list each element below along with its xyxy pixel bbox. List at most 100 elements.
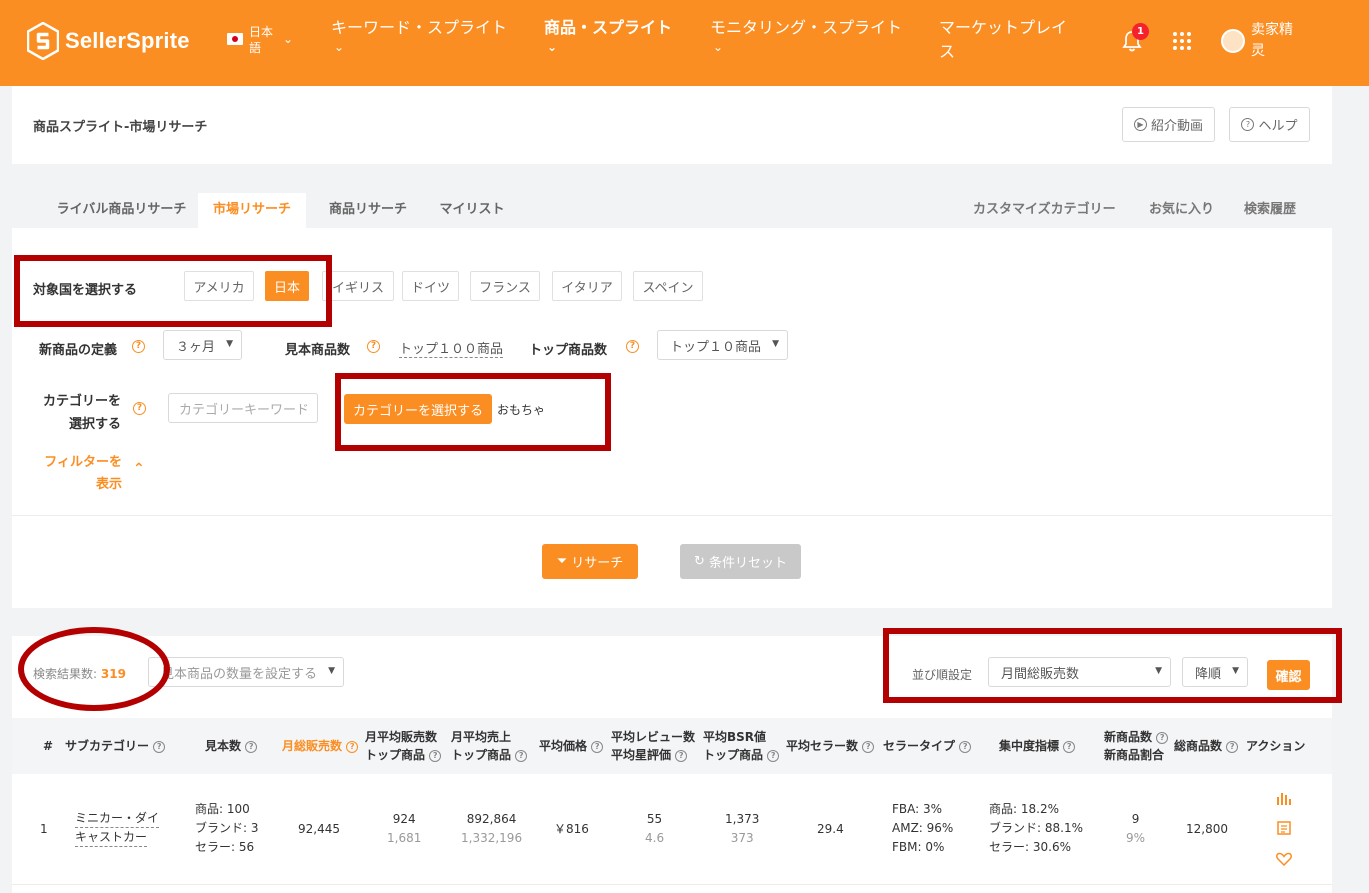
document-icon[interactable]	[1277, 821, 1291, 835]
country-button-fr[interactable]: フランス	[470, 271, 540, 301]
research-button[interactable]: ⏷ リサーチ	[542, 544, 638, 579]
help-question-icon[interactable]: ?	[626, 340, 639, 353]
row-subcategory-line2[interactable]: キャストカー	[75, 829, 148, 847]
country-button-it[interactable]: イタリア	[552, 271, 622, 301]
chevron-down-icon: ⌄	[547, 40, 558, 54]
nav-label: 商品・スプライト	[544, 18, 673, 37]
sort-label: 並び順設定	[912, 668, 973, 682]
col-avg-sellers[interactable]: 平均セラー数 ?	[786, 737, 875, 755]
research-button-label: リサーチ	[571, 556, 624, 571]
row-index: 1	[40, 822, 48, 836]
new-product-select[interactable]: ３ヶ月 ▼	[163, 330, 242, 360]
logo[interactable]: SellerSprite	[27, 22, 190, 60]
chevron-up-icon[interactable]: ⌃	[133, 461, 145, 477]
col-seller-type[interactable]: セラータイプ ?	[883, 737, 972, 755]
show-filter-line2: 表示	[95, 477, 122, 492]
avatar[interactable]	[1221, 29, 1245, 53]
help-question-icon[interactable]: ?	[132, 340, 145, 353]
country-button-es[interactable]: スペイン	[633, 271, 703, 301]
top-product-value: トップ１０商品	[670, 339, 762, 355]
reset-conditions-button[interactable]: ↻ 条件リセット	[680, 544, 801, 579]
subcategory-line1: ミニカー・ダイ	[75, 811, 160, 825]
tab-bar: ライバル商品リサーチ 市場リサーチ 商品リサーチ マイリスト カスタマイズカテゴ…	[12, 193, 1332, 228]
category-keyword-placeholder: カテゴリーキーワード	[179, 402, 310, 418]
row-samples: 商品: 100 ブランド: 3 セラー: 56	[195, 802, 259, 854]
col-new-products[interactable]: 新商品数 ? 新商品割合	[1104, 728, 1169, 764]
col-monthly-sales[interactable]: 月総販売数 ?	[282, 737, 359, 755]
help-question-icon: ?	[245, 741, 258, 753]
filter-icon: ⏷	[556, 554, 568, 569]
row-avg-bsr: 1,373 373	[725, 812, 760, 845]
tab-custom-category[interactable]: カスタマイズカテゴリー	[973, 193, 1116, 226]
results-panel: 検索結果数: 319 見本商品の数量を設定する ▼ 並び順設定 月間総販売数 ▼…	[12, 636, 1332, 893]
help-question-icon: ?	[153, 741, 166, 753]
help-question-icon[interactable]: ?	[133, 402, 146, 415]
country-button-de[interactable]: ドイツ	[402, 271, 459, 301]
nav-product-sprite[interactable]: 商品・スプライト ⌄	[544, 16, 672, 54]
col-avg-revenue[interactable]: 月平均売上 トップ商品 ?	[451, 728, 528, 764]
col-samples[interactable]: 見本数 ?	[205, 737, 258, 755]
sort-field-value: 月間総販売数	[1001, 666, 1080, 682]
country-button-us[interactable]: アメリカ	[184, 271, 254, 301]
show-filter-toggle[interactable]: フィルターを 表示	[36, 452, 122, 496]
col-avg-review[interactable]: 平均レビュー数 平均星評価 ?	[611, 728, 695, 764]
apps-grid-icon[interactable]	[1173, 32, 1191, 50]
help-label: ヘルプ	[1258, 119, 1298, 134]
help-question-icon: ?	[862, 741, 875, 753]
page-header: 商品スプライト-市場リサーチ ▶ 紹介動画 ? ヘルプ	[12, 86, 1332, 164]
col-action: アクション	[1246, 739, 1306, 753]
tab-my-list[interactable]: マイリスト	[428, 193, 516, 228]
tab-rival-product-research[interactable]: ライバル商品リサーチ	[34, 193, 209, 228]
logo-text: SellerSprite	[65, 28, 190, 53]
user-name[interactable]: 卖家精灵	[1251, 20, 1299, 62]
sort-order-select[interactable]: 降順 ▼	[1182, 657, 1248, 687]
caret-down-icon: ▼	[1155, 666, 1162, 676]
nav-label: マーケットプレイス	[939, 18, 1068, 61]
country-label: 対象国を選択する	[33, 283, 138, 298]
sample-quantity-select[interactable]: 見本商品の数量を設定する ▼	[148, 657, 344, 687]
chart-icon[interactable]	[1276, 791, 1292, 805]
nav-label: モニタリング・スプライト	[710, 18, 903, 37]
nav-keyword-sprite[interactable]: キーワード・スプライト ⌄	[331, 16, 507, 54]
category-keyword-input[interactable]: カテゴリーキーワード	[168, 393, 318, 423]
country-button-uk[interactable]: イギリス	[322, 271, 394, 301]
sort-field-select[interactable]: 月間総販売数 ▼	[988, 657, 1171, 687]
intro-video-button[interactable]: ▶ 紹介動画	[1122, 107, 1215, 142]
top-product-select[interactable]: トップ１０商品 ▼	[657, 330, 788, 360]
notification-badge: 1	[1132, 23, 1149, 40]
help-question-icon[interactable]: ?	[367, 340, 380, 353]
language-selector[interactable]: 日本語 ⌄	[227, 24, 293, 56]
country-button-jp[interactable]: 日本	[265, 271, 309, 301]
col-total-products[interactable]: 総商品数 ?	[1174, 737, 1239, 755]
col-concentration[interactable]: 集中度指標 ?	[999, 737, 1076, 755]
language-label: 日本語	[249, 25, 274, 55]
col-avg-bsr[interactable]: 平均BSR値 トップ商品 ?	[703, 728, 780, 764]
nav-marketplace[interactable]: マーケットプレイス	[939, 16, 1079, 64]
col-avg-sales[interactable]: 月平均販売数 トップ商品 ?	[365, 728, 442, 764]
help-question-icon: ?	[346, 741, 359, 753]
nav-monitoring-sprite[interactable]: モニタリング・スプライト ⌄	[710, 16, 902, 54]
tab-product-research[interactable]: 商品リサーチ	[316, 193, 420, 228]
sample-quantity-placeholder: 見本商品の数量を設定する	[161, 666, 318, 682]
tab-search-history[interactable]: 検索履歴	[1244, 193, 1296, 226]
help-question-icon: ?	[1226, 741, 1239, 753]
page-title: 商品スプライト-市場リサーチ	[33, 120, 208, 135]
tab-favorites[interactable]: お気に入り	[1149, 193, 1214, 226]
select-category-button[interactable]: カテゴリーを選択する	[344, 394, 492, 424]
sample-count-label: 見本商品数	[285, 343, 351, 358]
row-subcategory[interactable]: ミニカー・ダイ	[75, 810, 160, 828]
help-button[interactable]: ? ヘルプ	[1229, 107, 1310, 142]
filter-panel: 対象国を選択する アメリカ 日本 イギリス ドイツ フランス イタリア スペイン…	[12, 228, 1332, 608]
tab-market-research[interactable]: 市場リサーチ	[198, 193, 306, 228]
sample-count-value[interactable]: トップ１００商品	[399, 338, 504, 358]
col-subcategory[interactable]: サブカテゴリー ?	[65, 737, 166, 755]
show-filter-line1: フィルターを	[44, 455, 122, 470]
reset-button-label: 条件リセット	[708, 556, 787, 571]
category-label-line1: カテゴリーを	[42, 394, 121, 409]
col-avg-price[interactable]: 平均価格 ?	[539, 737, 604, 755]
caret-down-icon: ▼	[1232, 666, 1239, 676]
confirm-button[interactable]: 確認	[1267, 660, 1310, 690]
heart-icon[interactable]	[1276, 852, 1292, 866]
help-question-icon: ?	[429, 750, 442, 762]
row-avg-sales: 924 1,681	[387, 812, 422, 845]
